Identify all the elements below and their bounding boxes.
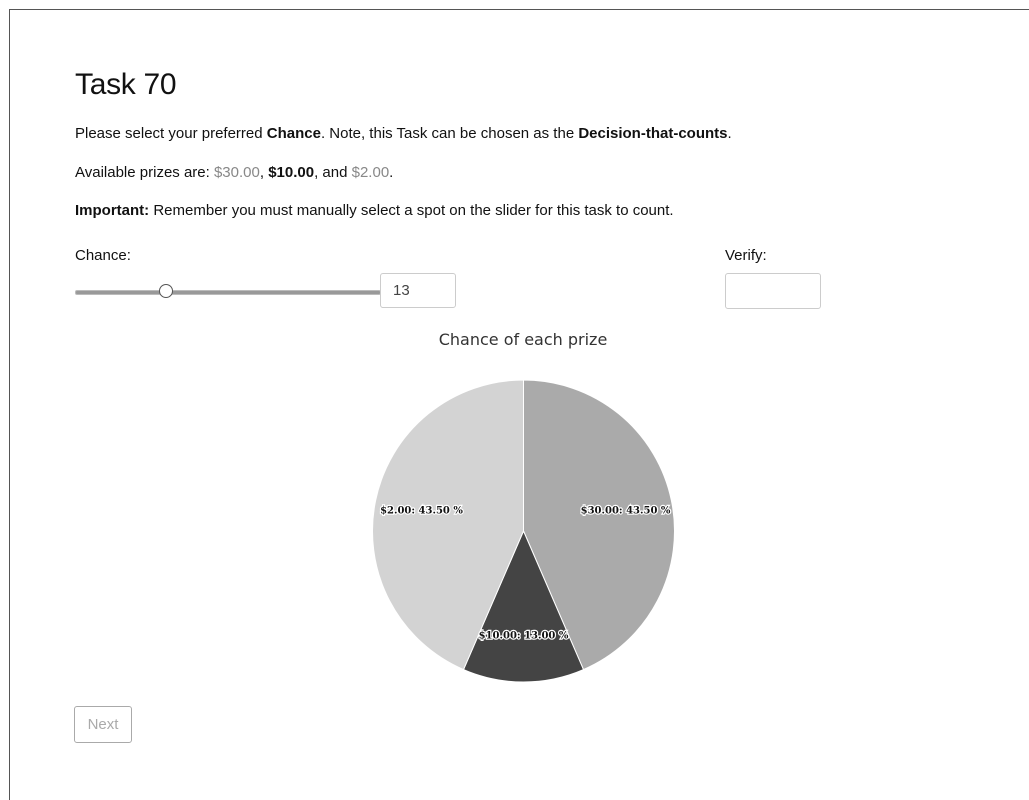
next-button[interactable]: Next <box>74 706 132 743</box>
pie-label-0: $30.00: 43.50 % <box>581 505 671 516</box>
pie-chart: $30.00: 43.50 % $10.00: 13.00 % $2.00: 43.… <box>372 379 675 683</box>
pie-label-1: $10.00: 13.00 % <box>479 631 569 642</box>
pie-label-2: $2.00: 43.50 % <box>380 505 463 516</box>
